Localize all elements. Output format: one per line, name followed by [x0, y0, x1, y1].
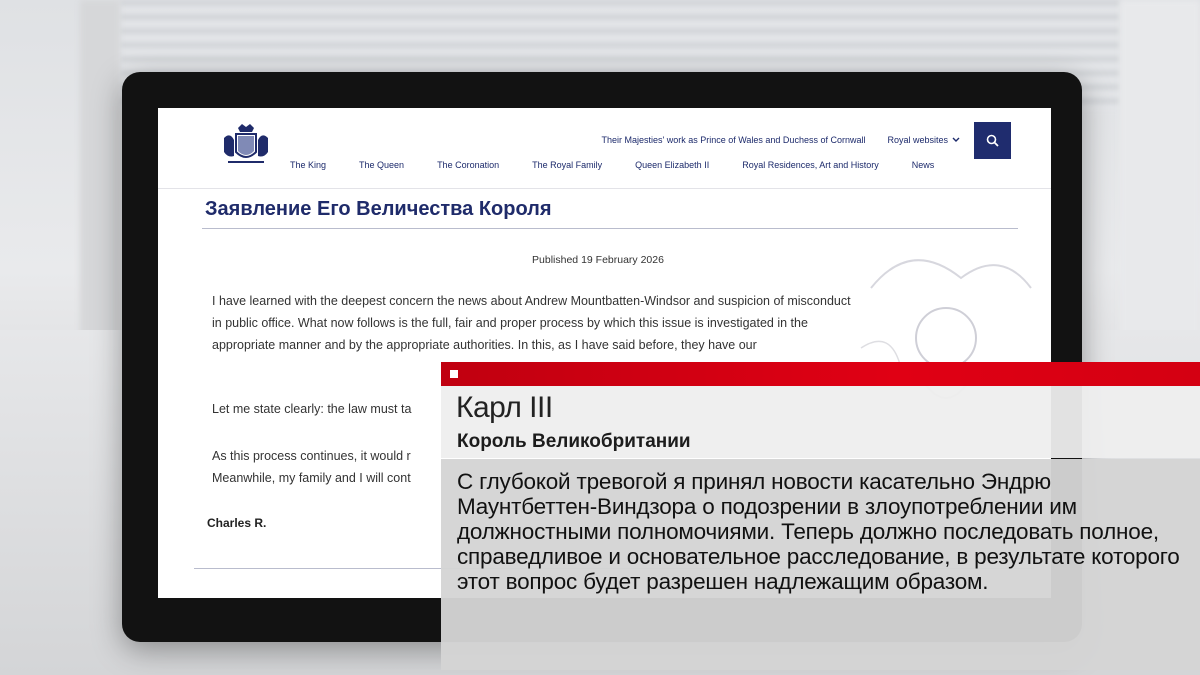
main-nav: The King The Queen The Coronation The Ro…	[290, 160, 967, 170]
nav-royal-residences[interactable]: Royal Residences, Art and History	[742, 160, 879, 170]
published-date: Published 19 February 2026	[532, 254, 664, 266]
statement-paragraph-1: I have learned with the deepest concern …	[212, 294, 851, 352]
nav-the-royal-family[interactable]: The Royal Family	[532, 160, 602, 170]
quote-text: С глубокой тревогой я принял новости кас…	[457, 469, 1180, 594]
speaker-box: Карл III Король Великобритании	[441, 386, 1200, 458]
page-title: Заявление Его Величества Короля	[205, 198, 552, 220]
chevron-down-icon	[952, 137, 960, 142]
royal-websites-label: Royal websites	[887, 135, 948, 145]
royal-websites-dropdown[interactable]: Royal websites	[887, 135, 960, 145]
search-button[interactable]	[974, 121, 1011, 159]
signature: Charles R.	[207, 516, 267, 530]
top-link-prince-wales[interactable]: Their Majesties' work as Prince of Wales…	[601, 135, 865, 145]
title-divider	[202, 228, 1018, 229]
nav-queen-elizabeth-ii[interactable]: Queen Elizabeth II	[635, 160, 709, 170]
quote-box: С глубокой тревогой я принял новости кас…	[441, 459, 1200, 670]
nav-the-coronation[interactable]: The Coronation	[437, 160, 499, 170]
bullet-square-icon	[450, 370, 458, 378]
tv-lower-third: Карл III Король Великобритании С глубоко…	[441, 362, 1200, 670]
search-icon	[986, 134, 999, 147]
nav-the-king[interactable]: The King	[290, 160, 326, 170]
nav-news[interactable]: News	[912, 160, 935, 170]
red-accent-bar	[441, 362, 1200, 386]
speaker-title: Король Великобритании	[457, 431, 691, 452]
header-divider	[158, 188, 1051, 189]
speaker-name: Карл III	[456, 391, 553, 424]
nav-the-queen[interactable]: The Queen	[359, 160, 404, 170]
royal-crest-icon[interactable]	[220, 122, 272, 170]
